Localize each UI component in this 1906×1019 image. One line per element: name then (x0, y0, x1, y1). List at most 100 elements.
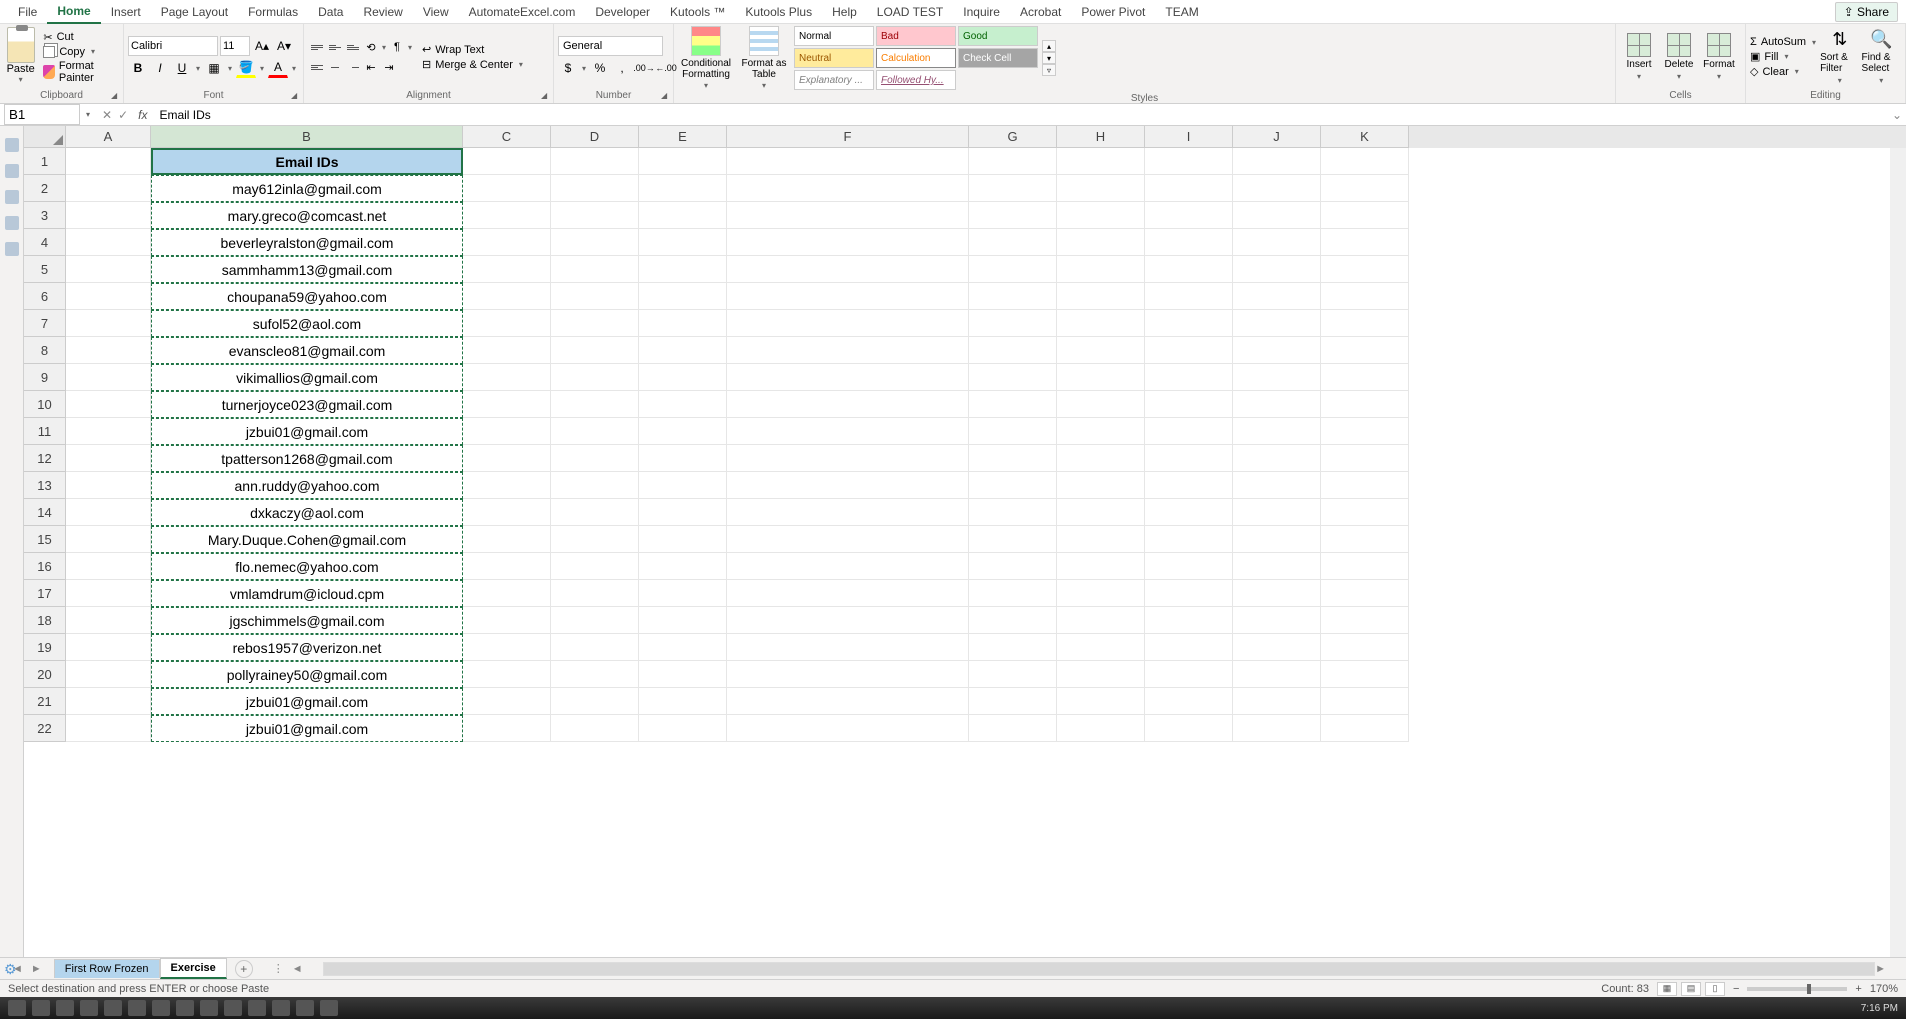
row-header-18[interactable]: 18 (24, 607, 66, 634)
cell-C9[interactable] (463, 364, 551, 391)
view-normal-button[interactable]: ▦ (1657, 982, 1677, 996)
cell-C3[interactable] (463, 202, 551, 229)
cell-A1[interactable] (66, 148, 151, 175)
cell-K2[interactable] (1321, 175, 1409, 202)
cell-D3[interactable] (551, 202, 639, 229)
cell-C2[interactable] (463, 175, 551, 202)
fill-dropdown-icon[interactable]: ▾ (258, 64, 266, 73)
cell-C4[interactable] (463, 229, 551, 256)
copy-button[interactable]: Copy▾ (43, 46, 119, 58)
cell-J2[interactable] (1233, 175, 1321, 202)
cell-K9[interactable] (1321, 364, 1409, 391)
cell-B20[interactable]: pollyrainey50@gmail.com (151, 661, 463, 688)
orientation-dropdown-icon[interactable]: ▾ (380, 38, 388, 56)
row-header-15[interactable]: 15 (24, 526, 66, 553)
cell-I19[interactable] (1145, 634, 1233, 661)
name-box[interactable] (4, 104, 80, 125)
cell-C15[interactable] (463, 526, 551, 553)
taskbar-icon[interactable] (80, 1000, 98, 1016)
cell-I11[interactable] (1145, 418, 1233, 445)
cell-E8[interactable] (639, 337, 727, 364)
taskbar-icon[interactable] (104, 1000, 122, 1016)
tab-load-test[interactable]: LOAD TEST (867, 1, 953, 23)
cell-E7[interactable] (639, 310, 727, 337)
align-bottom-button[interactable] (344, 38, 362, 56)
tab-review[interactable]: Review (353, 1, 412, 23)
taskbar-icon[interactable] (272, 1000, 290, 1016)
cell-I20[interactable] (1145, 661, 1233, 688)
taskbar-icon[interactable] (248, 1000, 266, 1016)
row-header-7[interactable]: 7 (24, 310, 66, 337)
cell-F3[interactable] (727, 202, 969, 229)
ltr-button[interactable]: ¶ (388, 38, 406, 56)
style-checkcell[interactable]: Check Cell (958, 48, 1038, 68)
cell-D18[interactable] (551, 607, 639, 634)
cell-H14[interactable] (1057, 499, 1145, 526)
cell-F19[interactable] (727, 634, 969, 661)
cell-E15[interactable] (639, 526, 727, 553)
hscroll-right-icon[interactable]: ► (1875, 963, 1886, 975)
conditional-formatting-button[interactable]: Conditional Formatting▾ (678, 26, 734, 91)
cell-F9[interactable] (727, 364, 969, 391)
font-launcher-icon[interactable]: ◢ (291, 91, 301, 101)
cell-H3[interactable] (1057, 202, 1145, 229)
cell-D21[interactable] (551, 688, 639, 715)
row-header-9[interactable]: 9 (24, 364, 66, 391)
cell-G11[interactable] (969, 418, 1057, 445)
cell-I17[interactable] (1145, 580, 1233, 607)
cell-J11[interactable] (1233, 418, 1321, 445)
cell-J20[interactable] (1233, 661, 1321, 688)
cell-E16[interactable] (639, 553, 727, 580)
vertical-scrollbar[interactable] (1890, 148, 1906, 957)
cell-G6[interactable] (969, 283, 1057, 310)
tab-home[interactable]: Home (47, 0, 100, 24)
cell-B16[interactable]: flo.nemec@yahoo.com (151, 553, 463, 580)
cell-J14[interactable] (1233, 499, 1321, 526)
cell-J6[interactable] (1233, 283, 1321, 310)
cell-J15[interactable] (1233, 526, 1321, 553)
style-followed-hyperlink[interactable]: Followed Hy... (876, 70, 956, 90)
cell-G17[interactable] (969, 580, 1057, 607)
cell-A14[interactable] (66, 499, 151, 526)
cell-F22[interactable] (727, 715, 969, 742)
cancel-formula-icon[interactable]: ✕ (102, 108, 112, 122)
horizontal-scrollbar[interactable] (323, 962, 1875, 976)
cell-D2[interactable] (551, 175, 639, 202)
cut-button[interactable]: ✂Cut (43, 31, 119, 44)
cell-I9[interactable] (1145, 364, 1233, 391)
align-center-button[interactable] (326, 58, 344, 76)
cell-H8[interactable] (1057, 337, 1145, 364)
cell-H20[interactable] (1057, 661, 1145, 688)
tab-inquire[interactable]: Inquire (953, 1, 1010, 23)
cell-B17[interactable]: vmlamdrum@icloud.cpm (151, 580, 463, 607)
cell-D10[interactable] (551, 391, 639, 418)
cell-D14[interactable] (551, 499, 639, 526)
comma-button[interactable]: , (612, 58, 632, 78)
cell-E14[interactable] (639, 499, 727, 526)
cell-K13[interactable] (1321, 472, 1409, 499)
cell-K20[interactable] (1321, 661, 1409, 688)
tab-file[interactable]: File (8, 1, 47, 23)
cell-D13[interactable] (551, 472, 639, 499)
taskbar-icon[interactable] (56, 1000, 74, 1016)
cell-I22[interactable] (1145, 715, 1233, 742)
cell-E3[interactable] (639, 202, 727, 229)
cell-F8[interactable] (727, 337, 969, 364)
cell-I4[interactable] (1145, 229, 1233, 256)
cell-F7[interactable] (727, 310, 969, 337)
zoom-in-button[interactable]: + (1855, 983, 1861, 995)
cell-G16[interactable] (969, 553, 1057, 580)
taskbar-icon[interactable] (32, 1000, 50, 1016)
style-explanatory[interactable]: Explanatory ... (794, 70, 874, 90)
cell-A20[interactable] (66, 661, 151, 688)
cell-D20[interactable] (551, 661, 639, 688)
cell-J17[interactable] (1233, 580, 1321, 607)
cell-J13[interactable] (1233, 472, 1321, 499)
cell-D5[interactable] (551, 256, 639, 283)
cell-D11[interactable] (551, 418, 639, 445)
style-calculation[interactable]: Calculation (876, 48, 956, 68)
cell-B3[interactable]: mary.greco@comcast.net (151, 202, 463, 229)
cell-H22[interactable] (1057, 715, 1145, 742)
cell-H18[interactable] (1057, 607, 1145, 634)
number-launcher-icon[interactable]: ◢ (661, 91, 671, 101)
